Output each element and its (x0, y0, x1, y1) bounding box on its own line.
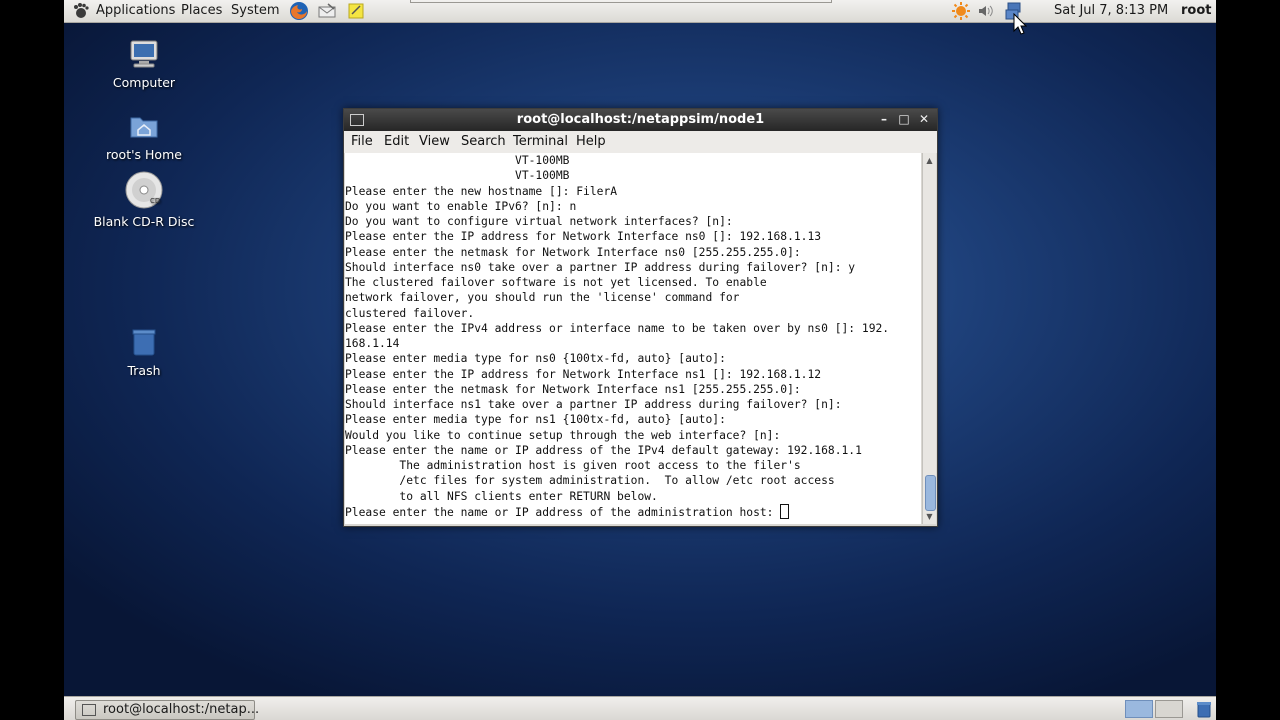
terminal-line: clustered failover. (345, 306, 475, 320)
menu-terminal[interactable]: Terminal (513, 131, 568, 153)
terminal-line: Would you like to continue setup through… (345, 428, 781, 442)
menu-help[interactable]: Help (576, 131, 606, 153)
scroll-thumb[interactable] (925, 475, 936, 511)
home-label: root's Home (106, 147, 182, 162)
cd-disc-icon: CD (125, 171, 163, 209)
terminal-line: Please enter the netmask for Network Int… (345, 382, 801, 396)
terminal-line: VT-100MB (345, 154, 570, 167)
gnome-foot-icon (74, 3, 89, 18)
terminal-titlebar[interactable]: root@localhost:/netappsim/node1 – □ ✕ (344, 109, 937, 131)
workspace-2[interactable] (1155, 700, 1183, 718)
terminal-line: Do you want to enable IPv6? [n]: n (345, 199, 577, 213)
terminal-line: 168.1.14 (345, 337, 400, 350)
terminal-line: to all NFS clients enter RETURN below. (345, 489, 658, 503)
workspace-1[interactable] (1125, 700, 1153, 718)
terminal-line: /etc files for system administration. To… (345, 474, 835, 488)
terminal-line: Please enter the name or IP address of t… (345, 503, 921, 519)
taskbar-terminal-label: root@localhost:/netap... (103, 702, 260, 717)
menu-edit[interactable]: Edit (384, 131, 409, 153)
places-menu[interactable]: Places (181, 2, 222, 19)
minimize-icon[interactable]: – (876, 109, 892, 130)
cd-label: Blank CD-R Disc (93, 214, 195, 229)
computer-desktop-icon[interactable]: Computer (79, 38, 209, 90)
terminal-menubar: File Edit View Search Terminal Help (344, 131, 937, 153)
trash-desktop-icon[interactable]: Trash (79, 326, 209, 378)
bottom-panel: root@localhost:/netap... (64, 696, 1216, 720)
trash-label: Trash (127, 363, 161, 378)
terminal-output[interactable]: VT-100MB VT-100MB Please enter the new ho… (345, 153, 921, 524)
user-menu[interactable]: root (1181, 2, 1212, 19)
panel-drawer-edge (410, 0, 832, 3)
maximize-icon[interactable]: □ (896, 109, 912, 130)
trash-applet-icon[interactable] (1195, 700, 1213, 718)
terminal-line: The administration host is given root ac… (345, 459, 801, 472)
terminal-line: Please enter the new hostname []: FilerA (345, 184, 618, 198)
trash-icon (132, 329, 156, 356)
close-icon[interactable]: ✕ (916, 109, 932, 130)
terminal-line: Please enter the IP address for Network … (345, 367, 822, 381)
home-desktop-icon[interactable]: root's Home (79, 110, 209, 162)
home-folder-icon (130, 117, 158, 138)
terminal-line: Please enter media type for ns0 {100tx-f… (345, 352, 726, 366)
system-menu[interactable]: System (231, 2, 279, 19)
terminal-line: The clustered failover software is not y… (345, 276, 767, 289)
terminal-line: Should interface ns1 take over a partner… (345, 398, 842, 411)
svg-text:CD: CD (150, 197, 160, 205)
scroll-up-icon[interactable]: ▲ (924, 155, 935, 166)
computer-icon (130, 40, 158, 68)
terminal-scrollbar[interactable]: ▲ ▼ (922, 153, 936, 524)
menu-view[interactable]: View (419, 131, 450, 153)
scroll-down-icon[interactable]: ▼ (924, 511, 935, 522)
notes-icon[interactable] (347, 2, 365, 20)
cd-desktop-icon[interactable]: CD Blank CD-R Disc (79, 171, 209, 229)
terminal-window[interactable]: root@localhost:/netappsim/node1 – □ ✕ Fi… (343, 108, 938, 527)
terminal-line: Please enter the name or IP address of t… (345, 443, 862, 457)
terminal-line: Please enter media type for ns1 {100tx-f… (345, 413, 726, 427)
computer-label: Computer (112, 75, 176, 90)
terminal-line: VT-100MB (345, 169, 570, 183)
terminal-line: Do you want to configure virtual network… (345, 215, 733, 228)
desktop: Applications Places System Sat Jul 7, 8:… (64, 0, 1216, 720)
applications-menu[interactable]: Applications (96, 2, 175, 19)
terminal-window-icon (350, 114, 364, 126)
terminal-line: Please enter the IP address for Network … (345, 230, 822, 244)
mouse-pointer-icon (1013, 13, 1027, 35)
email-client-icon[interactable] (318, 2, 336, 20)
terminal-title: root@localhost:/netappsim/node1 (516, 112, 765, 127)
firefox-icon[interactable] (289, 1, 309, 21)
terminal-line: Should interface ns0 take over a partner… (345, 260, 856, 274)
clock[interactable]: Sat Jul 7, 8:13 PM (1054, 2, 1168, 19)
terminal-task-icon (82, 704, 96, 716)
terminal-cursor (780, 503, 790, 519)
terminal-line: Please enter the IPv4 address or interfa… (345, 321, 890, 335)
volume-icon[interactable] (977, 2, 995, 20)
update-notifier-icon[interactable] (952, 2, 970, 20)
menu-file[interactable]: File (351, 131, 373, 153)
menu-search[interactable]: Search (461, 131, 506, 153)
top-panel: Applications Places System Sat Jul 7, 8:… (64, 0, 1216, 23)
taskbar-terminal-button[interactable]: root@localhost:/netap... (75, 700, 259, 720)
terminal-line: network failover, you should run the 'li… (345, 291, 740, 305)
terminal-line: Please enter the netmask for Network Int… (345, 245, 801, 259)
